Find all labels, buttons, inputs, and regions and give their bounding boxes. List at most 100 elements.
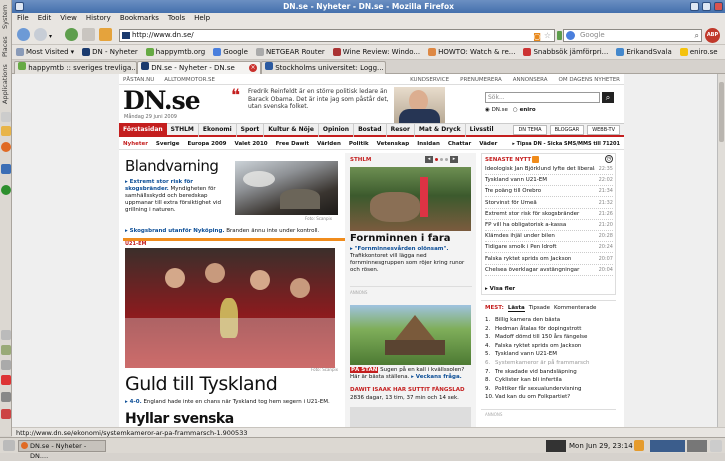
bookmark-eniro[interactable]: eniro.se <box>679 45 718 59</box>
nav-kultur[interactable]: Kultur & Nöje <box>264 123 319 137</box>
adblock-icon[interactable]: ABP <box>705 28 720 43</box>
nav-ekonomi[interactable]: Ekonomi <box>199 123 237 137</box>
search-icon[interactable]: ⌕ <box>695 30 699 41</box>
firefox-icon[interactable] <box>1 142 11 152</box>
trash-icon[interactable] <box>710 440 722 452</box>
subnav-chattar[interactable]: Chattar <box>448 141 471 147</box>
forward-icon[interactable] <box>34 28 47 41</box>
bookmark-most-visited[interactable]: Most Visited ▾ <box>16 45 74 59</box>
panel-applet-icon[interactable] <box>1 330 11 340</box>
bookmark-netgear[interactable]: NETGEAR Router <box>255 45 325 59</box>
slide-dot-icon[interactable] <box>435 158 438 161</box>
help-icon[interactable] <box>1 112 11 122</box>
lead-link[interactable]: ▸ 4-0. <box>125 399 142 405</box>
subnav-sverige[interactable]: Sverige <box>156 141 180 147</box>
window-menu-icon[interactable] <box>15 2 24 11</box>
most-read-item[interactable]: 6. Systemkameror är på frammarsch <box>485 360 590 366</box>
headline-blandvarning[interactable]: Blandvarning <box>125 157 219 175</box>
subnav-nyheter[interactable]: Nyheter <box>123 141 148 147</box>
nav-sport[interactable]: Sport <box>237 123 265 137</box>
menu-tools[interactable]: Tools <box>168 13 185 24</box>
minimize-icon[interactable] <box>690 2 699 11</box>
most-read-item[interactable]: 2. Hedman åtalas för dopingstrott <box>485 326 581 332</box>
nav-sthlm[interactable]: STHLM <box>167 123 199 137</box>
headline-fornminnen[interactable]: Fornminnen i fara <box>350 233 451 244</box>
bookmark-snabbsok[interactable]: Snabbsök jämförpri... <box>523 45 608 59</box>
latest-news-item[interactable]: Falska ryktet sprids om Jackson 20:07 <box>485 256 613 265</box>
most-read-item[interactable]: 5. Tyskland vann U21-EM <box>485 351 557 357</box>
most-read-item[interactable]: 4. Falska ryktet sprids om Jackson <box>485 343 581 349</box>
menu-help[interactable]: Help <box>194 13 210 24</box>
subnav-europa[interactable]: Europa 2009 <box>187 141 226 147</box>
workspace-switcher[interactable] <box>546 440 566 452</box>
subnav-varlden[interactable]: Världen <box>317 141 341 147</box>
tab-su[interactable]: Stockholms universitet: Logg... <box>261 61 386 74</box>
most-read-item[interactable]: 8. Cyklister kan bli infertila <box>485 377 562 383</box>
logout-icon[interactable] <box>1 409 11 419</box>
latest-news-item[interactable]: Storvinst för Umeå 21:32 <box>485 200 613 209</box>
search-bar[interactable]: Google ⌕ <box>563 29 702 42</box>
bookmark-howto[interactable]: HOWTO: Watch & re... <box>428 45 515 59</box>
most-read-item[interactable]: 10.Vad kan du om Folkpartiet? <box>485 394 570 400</box>
most-read-item[interactable]: 9. Politiker får sexualundervisning <box>485 386 581 392</box>
most-tab-tipsade[interactable]: Tipsade <box>529 305 550 312</box>
tab-close-icon[interactable]: × <box>249 64 257 72</box>
latest-news-item[interactable]: Tre poäng till Örebro 21:34 <box>485 188 613 198</box>
volume-icon[interactable] <box>1 360 11 370</box>
most-read-item[interactable]: 1. Billig kamera den bästa <box>485 317 560 323</box>
u21-team-photo[interactable] <box>125 248 335 368</box>
bookmark-wine[interactable]: Wine Review: Windo... <box>332 45 420 59</box>
clock[interactable]: Mon Jun 29, 23:14 <box>569 439 633 453</box>
workspace-2[interactable] <box>687 440 707 452</box>
bookmark-happymtb[interactable]: happymtb.org <box>145 45 205 59</box>
most-tab-kommenterade[interactable]: Kommenterade <box>554 305 596 312</box>
system-menu[interactable]: System <box>1 2 11 32</box>
om-dn-link[interactable]: OM DAGENS NYHETER <box>559 77 620 83</box>
alltommotor-link[interactable]: ALLTOMMOTOR.SE <box>164 77 215 83</box>
kundservice-link[interactable]: KUNDSERVICE <box>410 77 449 83</box>
most-read-item[interactable]: 7. Tre skadade vid bandsläpning <box>485 369 577 375</box>
latest-news-item[interactable]: Tidigare smolk i Pen Idroft 20:24 <box>485 244 613 254</box>
scope-dn-radio[interactable]: ◉ DN.se <box>485 107 508 113</box>
nav-dn-tema[interactable]: DN TEMA <box>513 125 547 135</box>
show-more-link[interactable]: ▸ Visa fler <box>485 286 515 292</box>
nav-livsstil[interactable]: Livsstil <box>466 123 498 137</box>
mail-icon[interactable] <box>1 126 11 136</box>
subnav-vader[interactable]: Väder <box>479 141 497 147</box>
reload-icon[interactable] <box>65 28 78 41</box>
tipsa-dn-link[interactable]: ▸ Tipsa DN - Sicka SMS/MMS till 71201 <box>512 141 620 147</box>
places-menu[interactable]: Places <box>1 34 11 60</box>
close-icon[interactable] <box>714 2 723 11</box>
network-icon[interactable] <box>1 345 11 355</box>
pidgin-icon[interactable] <box>1 164 11 174</box>
window-titlebar[interactable]: DN.se - Nyheter - DN.se - Mozilla Firefo… <box>12 0 725 13</box>
menu-bookmarks[interactable]: Bookmarks <box>120 13 159 24</box>
bookmark-google[interactable]: Google <box>213 45 248 59</box>
next-arrow-icon[interactable]: ▸ <box>450 156 458 163</box>
dn-logo[interactable]: DN.se <box>123 87 201 114</box>
menu-history[interactable]: History <box>86 13 111 24</box>
slide-dot-icon[interactable] <box>445 158 448 161</box>
latest-news-item[interactable]: Chelsea överklagar avstängningar 20:04 <box>485 267 613 276</box>
headline-hyllar-svenska[interactable]: Hyllar svenska <box>125 411 234 427</box>
google-engine-icon[interactable] <box>566 31 575 40</box>
latest-news-item[interactable]: Tyskland vann U21-EM 22:02 <box>485 177 613 187</box>
fornminnen-link[interactable]: ▸ "Fornminnesvården olönsam". <box>350 246 448 252</box>
subnav-politik[interactable]: Politik <box>349 141 369 147</box>
dawit-headline[interactable]: DAWIT ISAAK HAR SUTTIT FÄNGSLAD <box>350 387 465 393</box>
prev-arrow-icon[interactable]: ◂ <box>425 156 433 163</box>
pastan-photo[interactable] <box>350 305 471 365</box>
fornminnen-photo[interactable] <box>350 167 471 231</box>
most-tab-lasta[interactable]: Lästa <box>507 305 525 312</box>
bookmark-star-icon[interactable]: ☆ <box>544 30 551 41</box>
nav-resor[interactable]: Resor <box>387 123 415 137</box>
nav-webb-tv[interactable]: WEBB-TV <box>587 125 620 135</box>
bookmark-dn[interactable]: DN - Nyheter <box>82 45 138 59</box>
menu-edit[interactable]: Edit <box>38 13 52 24</box>
rss-icon[interactable]: ◙ <box>533 31 541 42</box>
history-dropdown-icon[interactable]: ▾ <box>49 33 52 40</box>
veckans-fraga-link[interactable]: ▸ Veckans fråga. <box>411 374 462 380</box>
section-label[interactable]: U21-EM <box>125 241 146 247</box>
spotify-icon[interactable] <box>1 185 11 195</box>
sthlm-section-label[interactable]: STHLM <box>350 157 371 163</box>
